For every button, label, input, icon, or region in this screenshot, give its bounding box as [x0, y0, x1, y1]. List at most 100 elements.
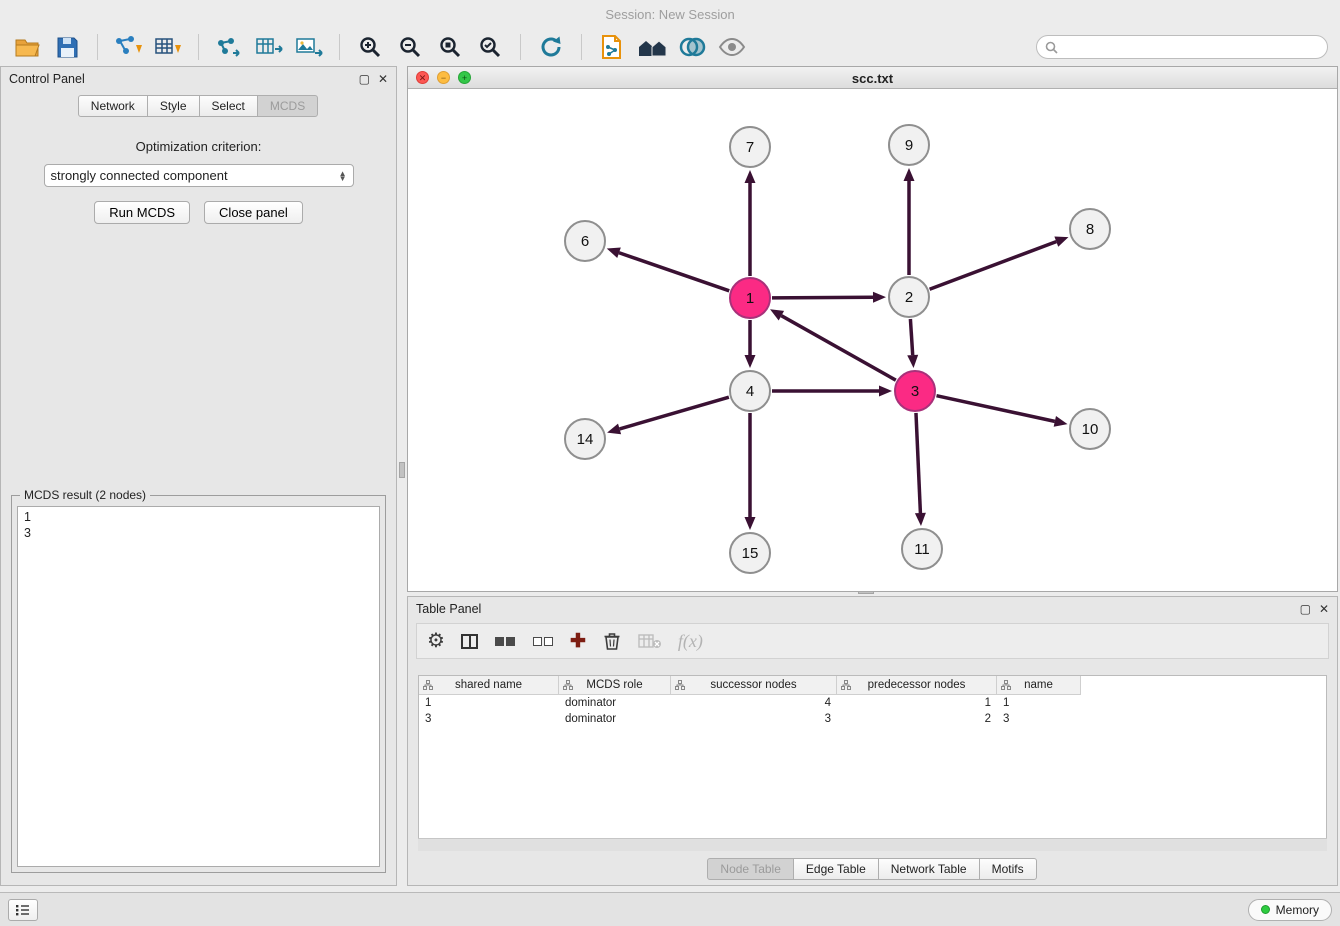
column-header-name[interactable]: name: [997, 676, 1081, 695]
graph-edge-4-14[interactable]: [607, 397, 729, 434]
svg-text:7: 7: [746, 139, 754, 156]
import-network-icon[interactable]: [113, 32, 143, 62]
panel-divider-handle[interactable]: [399, 462, 405, 478]
graph-node-1[interactable]: 1: [730, 278, 770, 318]
minimize-window-icon[interactable]: −: [437, 71, 450, 84]
table-cell[interactable]: 4: [671, 695, 837, 711]
show-details-eye-icon[interactable]: [717, 32, 747, 62]
table-horizontal-scrollbar[interactable]: [418, 838, 1327, 851]
add-column-icon[interactable]: ✚: [570, 628, 586, 654]
graph-node-7[interactable]: 7: [730, 127, 770, 167]
select-all-icon[interactable]: [494, 628, 516, 654]
graph-edge-1-6[interactable]: [607, 248, 729, 291]
table-cell[interactable]: dominator: [559, 695, 671, 711]
graph-edge-1-2[interactable]: [772, 292, 886, 303]
graph-node-15[interactable]: 15: [730, 533, 770, 573]
table-row[interactable]: 3dominator323: [419, 711, 1326, 727]
float-panel-icon[interactable]: ▢: [359, 73, 370, 85]
column-header-predecessor-nodes[interactable]: predecessor nodes: [837, 676, 997, 695]
close-panel-button[interactable]: Close panel: [204, 201, 303, 224]
graph-node-9[interactable]: 9: [889, 125, 929, 165]
graph-edge-4-15[interactable]: [745, 413, 756, 530]
node-table[interactable]: shared nameMCDS rolesuccessor nodes prede…: [418, 675, 1327, 851]
table-cell[interactable]: 2: [837, 711, 997, 727]
network-from-selection-icon[interactable]: [597, 32, 627, 62]
zoom-selected-icon[interactable]: [475, 32, 505, 62]
run-mcds-button[interactable]: Run MCDS: [94, 201, 190, 224]
graph-node-11[interactable]: 11: [902, 529, 942, 569]
export-network-icon[interactable]: [214, 32, 244, 62]
graph-edge-3-11[interactable]: [915, 413, 926, 526]
tab-motifs[interactable]: Motifs: [979, 858, 1037, 880]
zoom-in-icon[interactable]: [355, 32, 385, 62]
maximize-window-icon[interactable]: +: [458, 71, 471, 84]
split-columns-icon[interactable]: [461, 628, 478, 654]
table-row[interactable]: 1dominator411: [419, 695, 1326, 711]
search-input[interactable]: [1063, 39, 1319, 55]
graph-node-2[interactable]: 2: [889, 277, 929, 317]
zoom-fit-icon[interactable]: [435, 32, 465, 62]
network-window-titlebar[interactable]: scc.txt ✕ − +: [408, 67, 1337, 89]
column-header-label: predecessor nodes: [868, 679, 966, 691]
export-image-icon[interactable]: [294, 32, 324, 62]
criterion-select[interactable]: strongly connected component ▲▼: [44, 164, 354, 187]
table-cell[interactable]: 1: [837, 695, 997, 711]
graph-edge-2-3[interactable]: [907, 319, 918, 368]
column-header-mcds-role[interactable]: MCDS role: [559, 676, 671, 695]
graph-node-6[interactable]: 6: [565, 221, 605, 261]
table-panel-header: Table Panel ▢ ✕: [408, 597, 1337, 621]
first-neighbors-icon[interactable]: [637, 32, 667, 62]
table-cell[interactable]: dominator: [559, 711, 671, 727]
table-cell[interactable]: 3: [997, 711, 1081, 727]
export-table-icon[interactable]: [254, 32, 284, 62]
gear-icon[interactable]: ⚙: [427, 628, 445, 654]
graph-edge-1-7[interactable]: [745, 170, 756, 276]
graph-edge-2-8[interactable]: [930, 237, 1069, 290]
deselect-all-icon[interactable]: [532, 628, 554, 654]
network-graph[interactable]: 7 9 6 8 1 2 4 3 14 10 15 11: [408, 89, 1337, 591]
open-session-icon[interactable]: [12, 32, 42, 62]
tab-style[interactable]: Style: [147, 95, 200, 117]
tab-node-table[interactable]: Node Table: [707, 858, 794, 880]
table-cell[interactable]: 1: [997, 695, 1081, 711]
refresh-view-icon[interactable]: [536, 32, 566, 62]
table-cell[interactable]: 3: [671, 711, 837, 727]
tab-select[interactable]: Select: [199, 95, 258, 117]
column-header-successor-nodes[interactable]: successor nodes: [671, 676, 837, 695]
close-window-icon[interactable]: ✕: [416, 71, 429, 84]
tab-mcds[interactable]: MCDS: [257, 95, 318, 117]
float-panel-icon[interactable]: ▢: [1300, 603, 1311, 615]
table-panel-title: Table Panel: [416, 602, 481, 616]
tab-network[interactable]: Network: [78, 95, 148, 117]
memory-button[interactable]: Memory: [1248, 899, 1332, 921]
style-venn-icon[interactable]: [677, 32, 707, 62]
table-cell[interactable]: 3: [419, 711, 559, 727]
task-history-button[interactable]: [8, 899, 38, 921]
table-cell[interactable]: 1: [419, 695, 559, 711]
close-panel-icon[interactable]: ✕: [1319, 603, 1329, 615]
graph-edge-4-3[interactable]: [772, 386, 892, 397]
save-session-icon[interactable]: [52, 32, 82, 62]
graph-node-4[interactable]: 4: [730, 371, 770, 411]
search-box[interactable]: [1036, 35, 1328, 59]
graph-edge-2-9[interactable]: [904, 168, 915, 275]
network-canvas[interactable]: 7 9 6 8 1 2 4 3 14 10 15 11: [408, 89, 1337, 591]
tab-network-table[interactable]: Network Table: [878, 858, 980, 880]
close-panel-icon[interactable]: ✕: [378, 73, 388, 85]
graph-node-8[interactable]: 8: [1070, 209, 1110, 249]
tab-edge-table[interactable]: Edge Table: [793, 858, 879, 880]
graph-node-14[interactable]: 14: [565, 419, 605, 459]
mcds-result-list[interactable]: 13: [17, 506, 380, 867]
graph-node-10[interactable]: 10: [1070, 409, 1110, 449]
graph-node-3[interactable]: 3: [895, 371, 935, 411]
delete-column-icon[interactable]: [602, 628, 622, 654]
function-builder-icon[interactable]: f(x): [678, 628, 703, 654]
zoom-out-icon[interactable]: [395, 32, 425, 62]
graph-edge-3-10[interactable]: [936, 396, 1067, 427]
graph-edge-3-1[interactable]: [770, 309, 896, 380]
svg-text:9: 9: [905, 137, 913, 154]
column-header-shared-name[interactable]: shared name: [419, 676, 559, 695]
delete-table-icon[interactable]: [638, 628, 662, 654]
import-table-icon[interactable]: [153, 32, 183, 62]
graph-edge-1-4[interactable]: [745, 320, 756, 368]
